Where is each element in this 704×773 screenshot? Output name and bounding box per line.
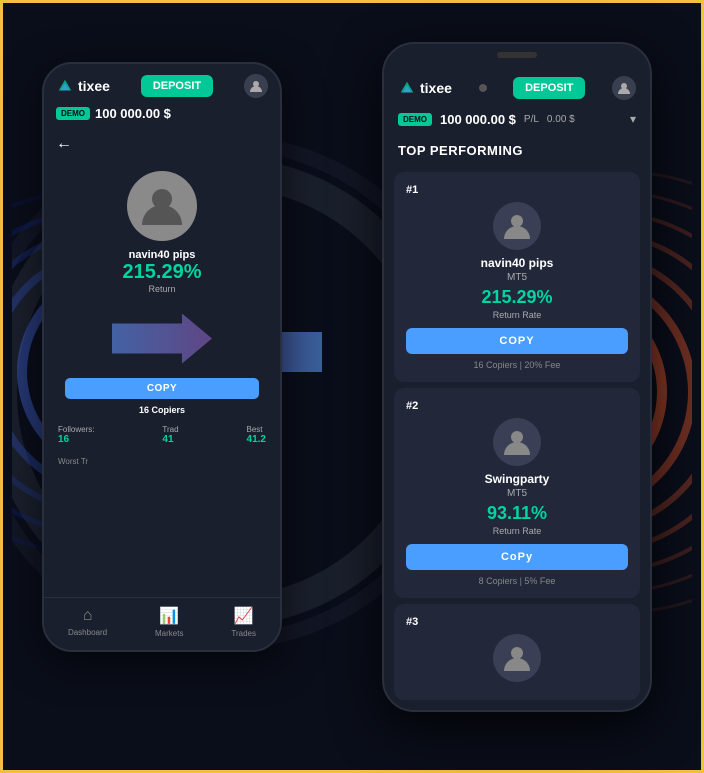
phone-background: tixee DEPOSIT DEMO 100 000.00 $ ← [42,62,282,652]
copy-arrow-shape [112,314,212,364]
bg-stat-followers-value: 16 [58,434,94,445]
bg-nav-markets-label: Markets [155,629,183,638]
trader-2-copiers-fee: 8 Copiers | 5% Fee [479,576,556,586]
bg-balance-amount: 100 000.00 $ [95,106,171,121]
bg-stats-row: Followers: 16 Trad 41 Best 41.2 [44,417,280,453]
bg-balance-bar: DEMO 100 000.00 $ [44,104,280,127]
bg-stat-best: Best 41.2 [247,425,266,445]
phone-foreground: tixee DEPOSIT DEMO 100 000.00 $ P/L 0.00… [382,42,652,712]
bg-return-label: Return [148,284,175,294]
fg-scrollable-content[interactable]: #1 navin40 pips MT5 215.29% Return Rate … [384,166,650,712]
back-arrow[interactable]: ← [44,127,280,161]
bg-nav-trades[interactable]: 📈 Trades [231,606,256,638]
trader-1-copiers-fee: 16 Copiers | 20% Fee [474,360,561,370]
trader-2-return-rate: 93.11% [487,503,547,524]
bg-demo-badge: DEMO [56,107,90,120]
bg-nav-dashboard[interactable]: ⌂ Dashboard [68,607,107,637]
bg-nav-trades-label: Trades [231,629,256,638]
bg-trader-section: navin40 pips 215.29% Return [44,161,280,304]
bg-nav-markets[interactable]: 📊 Markets [155,606,183,638]
bg-stat-best-label: Best [247,425,266,434]
bg-trades-icon: 📈 [234,606,254,626]
bg-stat-trades-label: Trad [162,425,178,434]
fg-notch-area [384,44,650,66]
fg-tixee-logo: tixee [398,79,452,97]
fg-balance-amount: 100 000.00 $ [440,112,516,127]
bg-copy-button[interactable]: COPY [65,378,259,399]
bg-stat-trades-value: 41 [162,434,178,445]
trader-3-rank: #3 [406,616,418,628]
trader-2-copy-button[interactable]: CoPy [406,544,628,570]
bg-home-icon: ⌂ [83,607,93,625]
trader-card-1: #1 navin40 pips MT5 215.29% Return Rate … [394,172,640,382]
bg-phone-header: tixee DEPOSIT [44,64,280,104]
fg-section-title: TOP PERFORMING [384,135,650,166]
bg-trader-avatar [127,171,197,241]
trader-2-platform: MT5 [507,488,527,499]
bg-copiers-label: 16 Copiers [139,405,185,415]
trader-1-return-label: Return Rate [493,310,542,320]
trader-2-avatar [493,418,541,466]
trader-1-rank: #1 [406,184,418,196]
bg-stat-best-value: 41.2 [247,434,266,445]
bg-stat-trades: Trad 41 [162,425,178,445]
fg-user-avatar [612,76,636,100]
bg-tixee-logo: tixee [56,77,110,95]
trader-1-name: navin40 pips [481,256,554,270]
trader-2-return-label: Return Rate [493,526,542,536]
bg-deposit-button[interactable]: DEPOSIT [141,75,213,97]
fg-pnl-value: 0.00 $ [547,114,575,125]
bg-copy-section: COPY 16 Copiers [44,374,280,417]
bg-stat-followers: Followers: 16 [58,425,94,445]
fg-notch [497,52,537,58]
fg-phone-header: tixee DEPOSIT [384,66,650,108]
bg-bottom-nav: ⌂ Dashboard 📊 Markets 📈 Trades [44,597,280,650]
bg-stat-followers-label: Followers: [58,425,94,434]
trader-card-2: #2 Swingparty MT5 93.11% Return Rate CoP… [394,388,640,598]
fg-camera [479,84,487,92]
trader-1-avatar [493,202,541,250]
bg-nav-dashboard-label: Dashboard [68,628,107,637]
bg-user-avatar [244,74,268,98]
trader-3-avatar [493,634,541,682]
trader-1-platform: MT5 [507,272,527,283]
fg-deposit-button[interactable]: DEPOSIT [513,77,585,99]
copy-arrow-area [44,314,280,364]
trader-1-copy-button[interactable]: COPY [406,328,628,354]
fg-chevron-icon[interactable]: ▾ [630,112,636,126]
trader-2-name: Swingparty [485,472,550,486]
fg-balance-bar: DEMO 100 000.00 $ P/L 0.00 $ ▾ [384,108,650,135]
fg-demo-badge: DEMO [398,113,432,126]
scene: tixee DEPOSIT DEMO 100 000.00 $ ← [12,12,692,762]
bg-trader-name: navin40 pips [129,249,196,261]
trader-2-rank: #2 [406,400,418,412]
bg-return-rate: 215.29% [123,261,202,284]
trader-1-return-rate: 215.29% [481,287,552,308]
trader-card-3: #3 [394,604,640,700]
bg-worst-label: Worst Tr [44,453,280,470]
fg-pnl-label: P/L [524,114,539,125]
bg-markets-icon: 📊 [159,606,179,626]
